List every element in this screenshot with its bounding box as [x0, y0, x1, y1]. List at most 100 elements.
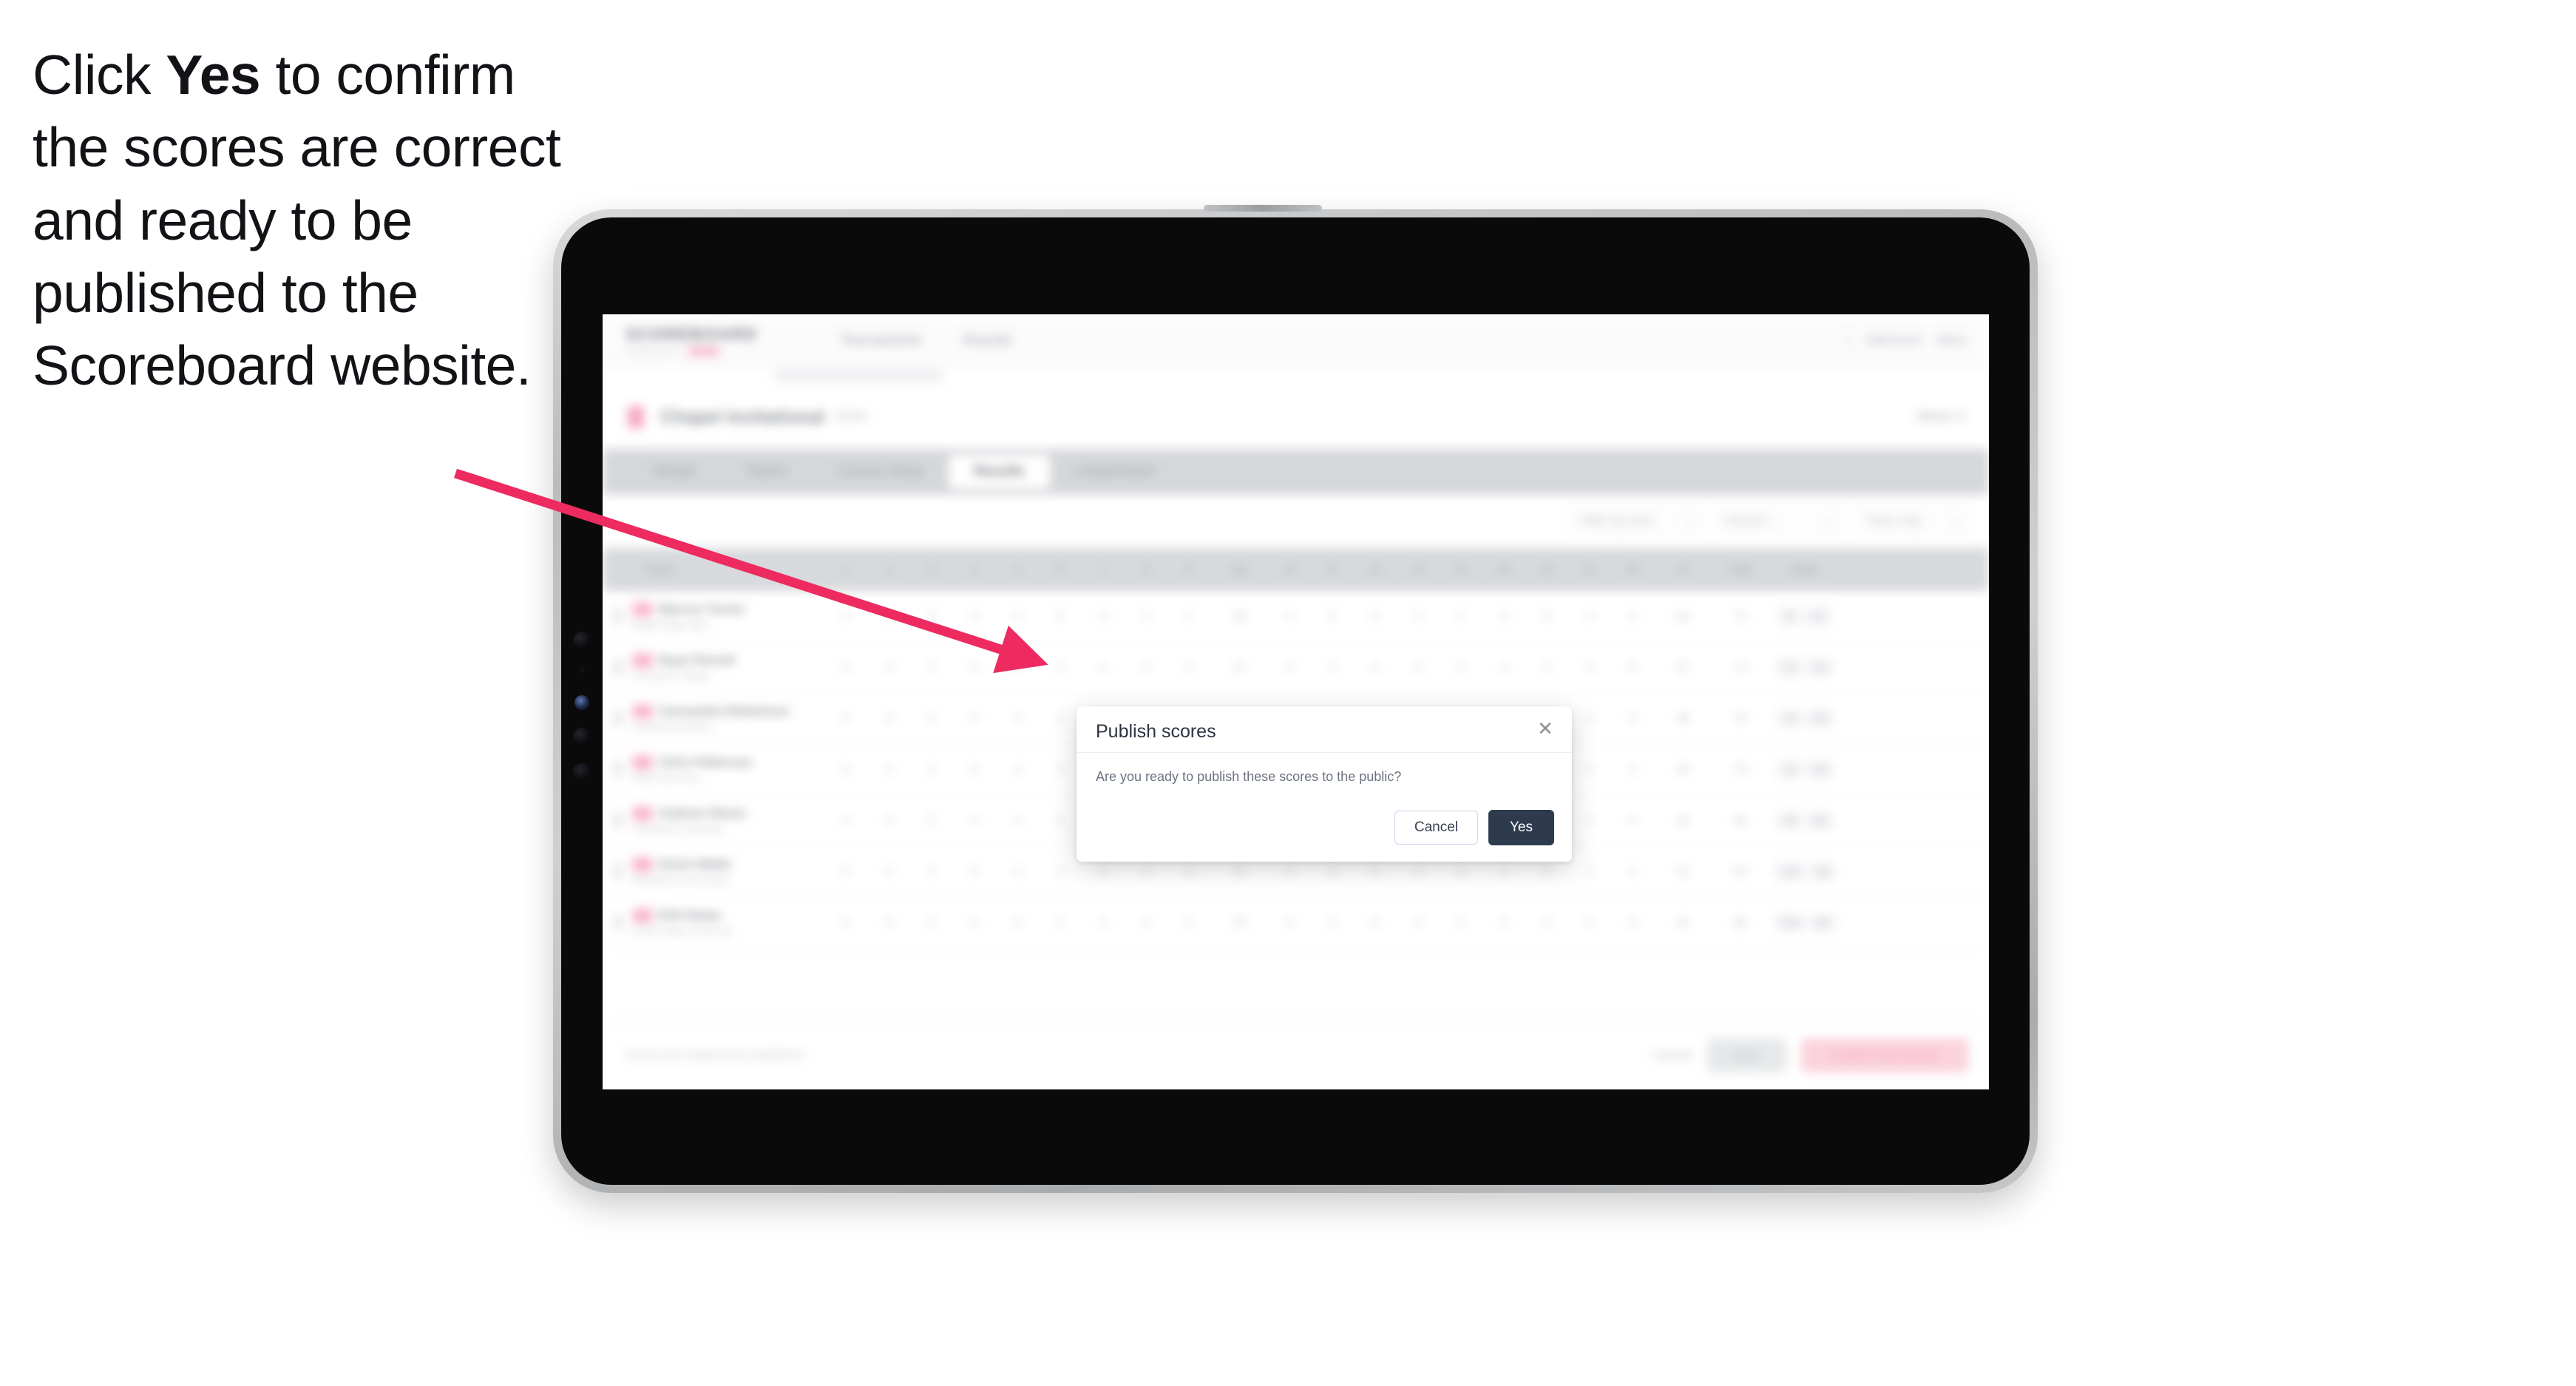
score-cell[interactable]: 4 — [1568, 814, 1611, 827]
drag-handle-icon[interactable] — [613, 710, 623, 726]
score-cell[interactable]: 37 — [1210, 661, 1268, 674]
score-cell[interactable]: 5 — [1039, 814, 1082, 827]
score-cell[interactable]: 5 — [1568, 763, 1611, 776]
drag-handle-icon[interactable] — [613, 761, 623, 777]
drag-handle-icon[interactable] — [613, 659, 623, 675]
drag-handle-icon[interactable] — [613, 608, 623, 624]
filter-team-select[interactable]: Filter by team ▾ — [1570, 507, 1702, 536]
table-row[interactable]: 7th Erik Nolan Grand Valley University 5 5 5 4… — [603, 897, 1989, 948]
filter-scope-select[interactable]: Team only ▾ — [1856, 507, 1968, 536]
tab-details[interactable]: Details — [628, 455, 721, 489]
score-cell[interactable]: 5 — [1611, 814, 1654, 827]
score-cell[interactable]: 36 — [1654, 610, 1712, 623]
score-cell[interactable]: 5 — [1039, 916, 1082, 929]
score-cell[interactable]: 5 — [1167, 916, 1210, 929]
score-cell[interactable]: 5 — [867, 865, 910, 878]
score-cell[interactable]: 3 — [953, 661, 996, 674]
score-cell[interactable]: 76 — [1712, 712, 1769, 725]
score-cell[interactable]: 4 — [1125, 610, 1167, 623]
score-cell[interactable]: 86 — [1712, 916, 1769, 929]
footer-save-button[interactable]: Save — [1706, 1038, 1786, 1072]
score-cell[interactable]: 5 — [1440, 916, 1482, 929]
score-cell[interactable]: 4 — [910, 763, 953, 776]
score-cell[interactable]: 5 — [1354, 865, 1397, 878]
score-cell[interactable]: 4 — [1167, 610, 1210, 623]
score-cell[interactable]: 5 — [1311, 865, 1354, 878]
score-cell[interactable]: 5 — [824, 763, 867, 776]
close-icon[interactable]: ✕ — [1535, 718, 1556, 739]
score-cell[interactable]: 5 — [1039, 610, 1082, 623]
score-cell[interactable]: 4 — [953, 814, 996, 827]
yes-button[interactable]: Yes — [1488, 810, 1554, 845]
score-cell[interactable]: 5 — [1268, 916, 1311, 929]
score-cell[interactable]: 4 — [953, 712, 996, 725]
score-cell[interactable]: 5 — [867, 610, 910, 623]
score-cell[interactable]: 4 — [1125, 865, 1167, 878]
score-cell[interactable]: 3 — [910, 610, 953, 623]
tab-results[interactable]: Results — [949, 455, 1050, 489]
score-cell[interactable]: 4 — [1125, 661, 1167, 674]
score-cell[interactable]: 4 — [1611, 712, 1654, 725]
score-cell[interactable]: 5 — [953, 763, 996, 776]
score-cell[interactable]: 5 — [1568, 916, 1611, 929]
column-header[interactable]: 16 — [1525, 548, 1568, 591]
column-header[interactable]: 14 — [1440, 548, 1482, 591]
score-cell[interactable]: 4 — [1082, 661, 1125, 674]
score-cell[interactable]: 43 — [1210, 916, 1268, 929]
drag-handle-icon[interactable] — [613, 914, 623, 930]
column-header[interactable]: Total — [1712, 548, 1769, 591]
column-header[interactable]: 6 — [1039, 548, 1082, 591]
score-cell[interactable]: 5 — [1039, 865, 1082, 878]
footer-cancel-link[interactable]: Cancel — [1653, 1048, 1692, 1063]
score-cell[interactable]: 4 — [1167, 865, 1210, 878]
score-cell[interactable]: 4 — [1482, 661, 1525, 674]
nav-item-tournaments[interactable]: Tournaments — [841, 333, 922, 349]
score-cell[interactable]: 78 — [1712, 763, 1769, 776]
score-cell[interactable]: 4 — [1311, 916, 1354, 929]
score-cell[interactable]: 5 — [996, 916, 1039, 929]
score-cell[interactable]: 4 — [1397, 610, 1440, 623]
score-cell[interactable]: 5 — [1611, 916, 1654, 929]
score-cell[interactable]: 5 — [1525, 865, 1568, 878]
score-cell[interactable]: 80 — [1712, 814, 1769, 827]
score-cell[interactable]: 36 — [1210, 610, 1268, 623]
score-cell[interactable]: 5 — [953, 865, 996, 878]
score-cell[interactable]: 5 — [910, 712, 953, 725]
column-header[interactable]: 12 — [1354, 548, 1397, 591]
column-header[interactable]: Status — [1769, 548, 1840, 591]
footer-publish-button[interactable]: Publish final scores — [1800, 1038, 1968, 1072]
score-cell[interactable]: 4 — [996, 763, 1039, 776]
column-header[interactable]: In — [1654, 548, 1712, 591]
score-cell[interactable]: 5 — [867, 814, 910, 827]
score-cell[interactable]: 37 — [1654, 661, 1712, 674]
score-cell[interactable]: 4 — [910, 661, 953, 674]
score-cell[interactable]: 4 — [953, 916, 996, 929]
column-header[interactable]: 17 — [1568, 548, 1611, 591]
score-cell[interactable]: 5 — [1397, 916, 1440, 929]
score-cell[interactable]: 4 — [1568, 610, 1611, 623]
score-cell[interactable]: 5 — [910, 814, 953, 827]
column-header[interactable]: 4 — [953, 548, 996, 591]
column-header[interactable]: 1 — [824, 548, 867, 591]
score-cell[interactable]: 4 — [996, 814, 1039, 827]
subnav-chip[interactable] — [774, 369, 943, 382]
column-header[interactable]: 18 — [1611, 548, 1654, 591]
column-header[interactable]: 5 — [996, 548, 1039, 591]
score-cell[interactable]: 4 — [867, 661, 910, 674]
score-cell[interactable]: 3 — [1482, 610, 1525, 623]
column-header[interactable]: 10 — [1268, 548, 1311, 591]
score-cell[interactable]: 5 — [996, 661, 1039, 674]
tab-teams[interactable]: Teams — [721, 455, 813, 489]
score-cell[interactable]: 4 — [1268, 610, 1311, 623]
account-menu-button[interactable]: Menu — [1937, 334, 1967, 348]
score-cell[interactable]: 4 — [1611, 865, 1654, 878]
score-cell[interactable]: 3 — [1082, 610, 1125, 623]
column-header[interactable]: 2 — [867, 548, 910, 591]
score-cell[interactable]: 4 — [1482, 916, 1525, 929]
score-cell[interactable]: 4 — [1611, 763, 1654, 776]
score-cell[interactable]: 5 — [910, 916, 953, 929]
tab-leaderboard[interactable]: Leaderboard — [1050, 455, 1180, 489]
score-cell[interactable]: 74 — [1712, 661, 1769, 674]
column-header[interactable]: 8 — [1125, 548, 1167, 591]
score-cell[interactable]: 5 — [824, 865, 867, 878]
